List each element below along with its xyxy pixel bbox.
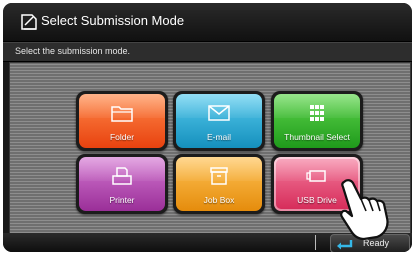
job-box-button[interactable]: Job Box bbox=[176, 157, 262, 211]
tile-frame-thumbnail-select: Thumbnail Select bbox=[271, 91, 363, 151]
thumbnail-select-label: Thumbnail Select bbox=[284, 132, 350, 142]
instruction-bar: Select the submission mode. bbox=[3, 42, 412, 62]
folder-icon bbox=[111, 106, 133, 122]
tile-frame-printer: Printer bbox=[76, 154, 168, 214]
envelope-icon bbox=[208, 105, 230, 121]
submission-mode-icon bbox=[21, 14, 37, 30]
pointing-hand-icon bbox=[340, 179, 389, 240]
email-button[interactable]: E-mail bbox=[176, 94, 262, 148]
page-title: Select Submission Mode bbox=[41, 13, 185, 28]
printer-icon bbox=[112, 167, 132, 185]
job-box-label: Job Box bbox=[203, 195, 235, 205]
printer-button[interactable]: Printer bbox=[79, 157, 165, 211]
tile-frame-job-box: Job Box bbox=[173, 154, 265, 214]
thumbnail-select-button[interactable]: Thumbnail Select bbox=[274, 94, 360, 148]
grid-icon bbox=[310, 105, 324, 121]
footer-divider bbox=[315, 235, 316, 250]
printer-label: Printer bbox=[109, 195, 135, 205]
title-bar: Select Submission Mode bbox=[3, 3, 412, 42]
tile-frame-email: E-mail bbox=[173, 91, 265, 151]
usb-drive-icon bbox=[306, 170, 326, 182]
box-icon bbox=[210, 167, 228, 185]
email-label: E-mail bbox=[206, 132, 232, 142]
tile-frame-folder: Folder bbox=[76, 91, 168, 151]
folder-label: Folder bbox=[109, 132, 135, 142]
folder-button[interactable]: Folder bbox=[79, 94, 165, 148]
instruction-text: Select the submission mode. bbox=[15, 46, 131, 56]
